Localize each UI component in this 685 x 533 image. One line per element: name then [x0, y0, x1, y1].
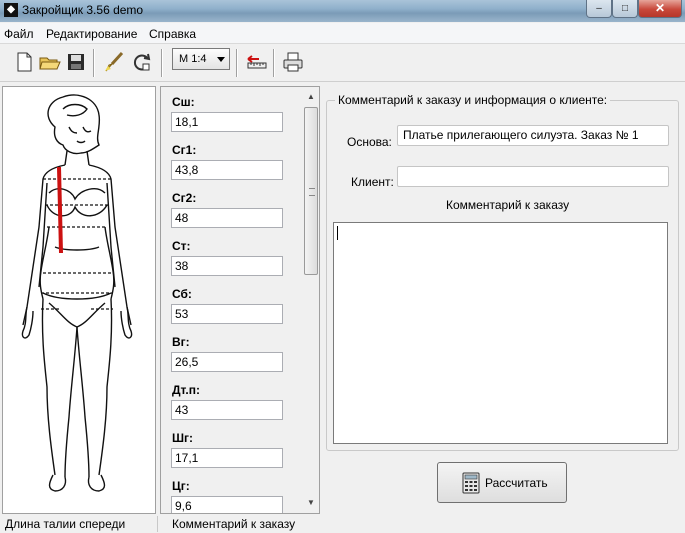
status-bar: Длина талии спереди Комментарий к заказу [0, 515, 685, 533]
window-title: Закройщик 3.56 demo [22, 3, 144, 17]
highlight-line [57, 166, 63, 254]
measure-input[interactable]: 48 [171, 208, 283, 228]
status-right: Комментарий к заказу [172, 517, 296, 531]
menu-file[interactable]: Файл [4, 27, 34, 41]
body-figure-icon [21, 94, 133, 492]
menu-edit[interactable]: Редактирование [46, 27, 137, 41]
status-separator [157, 516, 158, 532]
text-caret [337, 226, 338, 240]
refresh-icon[interactable] [130, 50, 154, 74]
scroll-down-icon[interactable]: ▼ [303, 495, 319, 511]
calculate-label: Рассчитать [485, 476, 548, 490]
title-bar[interactable]: ◆ Закройщик 3.56 demo – □ ✕ [0, 0, 685, 22]
measure-input[interactable]: 53 [171, 304, 283, 324]
client-label: Клиент: [351, 175, 394, 189]
measure-label: Сш: [172, 95, 195, 109]
client-field[interactable] [397, 166, 669, 187]
menu-bar: Файл Редактирование Справка [0, 23, 685, 44]
maximize-button[interactable]: □ [612, 0, 638, 18]
calculator-icon [462, 472, 480, 494]
brush-icon[interactable] [102, 50, 126, 74]
body-figure-panel[interactable] [2, 86, 156, 514]
toolbar-separator [161, 49, 163, 77]
scale-select[interactable]: M 1:4 [172, 48, 230, 70]
grip-icon [309, 188, 315, 196]
app-logo-icon: ◆ [4, 3, 18, 17]
basis-field[interactable]: Платье прилегающего силуэта. Заказ № 1 [397, 125, 669, 146]
measure-label: Сб: [172, 287, 192, 301]
measure-label: Сг2: [172, 191, 197, 205]
measure-label: Шг: [172, 431, 194, 445]
toolbar [0, 44, 685, 82]
measure-label: Вг: [172, 335, 190, 349]
close-button[interactable]: ✕ [638, 0, 682, 18]
minimize-button[interactable]: – [586, 0, 612, 18]
measure-label: Сг1: [172, 143, 197, 157]
status-left: Длина талии спереди [5, 517, 126, 531]
menu-help[interactable]: Справка [149, 27, 196, 41]
measurements-panel: Сш: 18,1 Сг1: 43,8 Сг2: 48 Ст: 38 Сб: 53… [160, 86, 320, 514]
measure-label: Цг: [172, 479, 190, 493]
toolbar-separator [93, 49, 95, 77]
measure-input[interactable]: 43 [171, 400, 283, 420]
ruler-icon[interactable] [245, 50, 269, 74]
measure-label: Ст: [172, 239, 191, 253]
comment-title: Комментарий к заказу [446, 198, 570, 212]
chevron-down-icon [217, 57, 225, 62]
measure-input[interactable]: 9,6 [171, 496, 283, 513]
measure-input[interactable]: 18,1 [171, 112, 283, 132]
print-icon[interactable] [281, 50, 305, 74]
measurements-scrollbar[interactable]: ▲ ▼ [303, 89, 319, 511]
calculate-button[interactable]: Рассчитать [437, 462, 567, 503]
measure-label: Дт.п: [172, 383, 200, 397]
measure-input[interactable]: 38 [171, 256, 283, 276]
measure-input[interactable]: 26,5 [171, 352, 283, 372]
open-folder-icon[interactable] [38, 50, 62, 74]
save-icon[interactable] [64, 50, 88, 74]
scrollbar-thumb[interactable] [304, 107, 318, 275]
basis-label: Основа: [347, 135, 392, 149]
measure-input[interactable]: 43,8 [171, 160, 283, 180]
toolbar-separator [273, 49, 275, 77]
toolbar-separator [236, 49, 238, 77]
measure-input[interactable]: 17,1 [171, 448, 283, 468]
scale-select-value: M 1:4 [179, 53, 207, 65]
new-file-icon[interactable] [12, 50, 36, 74]
scroll-up-icon[interactable]: ▲ [303, 89, 319, 105]
group-legend: Комментарий к заказу и информация о клие… [335, 93, 611, 107]
comment-textarea[interactable] [333, 222, 668, 444]
